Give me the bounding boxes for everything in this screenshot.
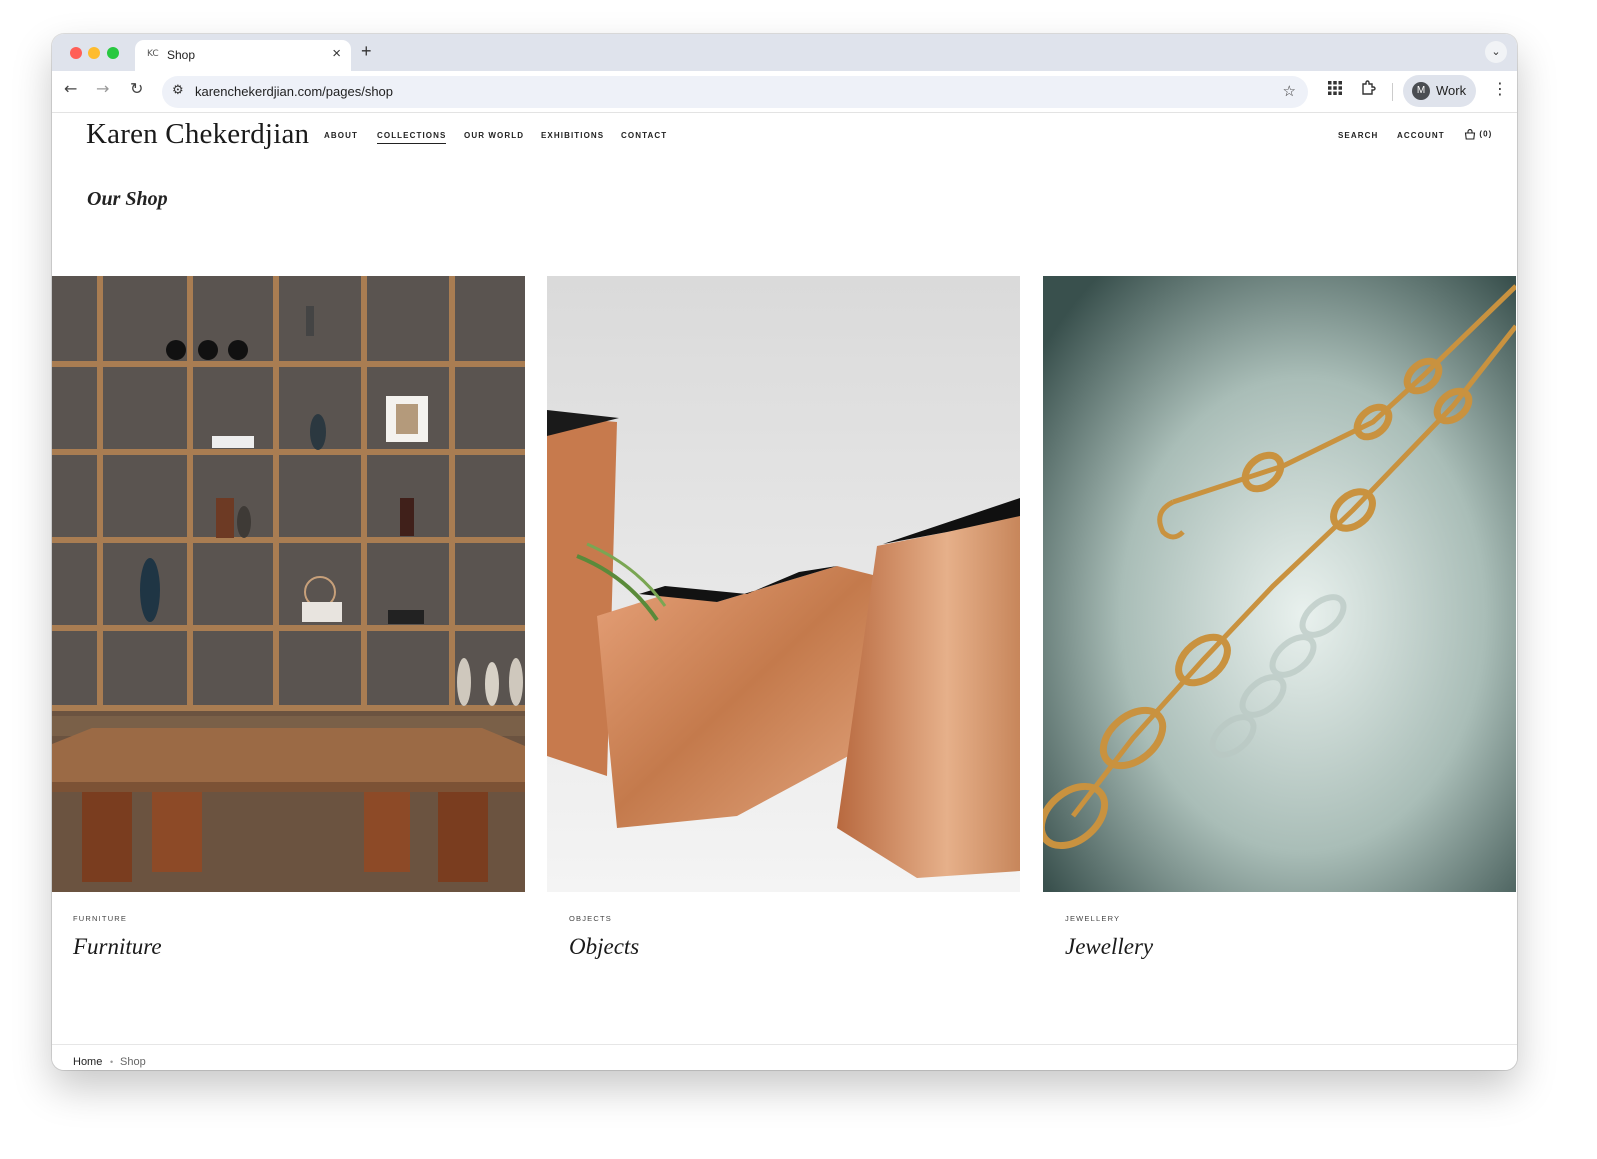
close-window-button[interactable] xyxy=(70,47,82,59)
card-eyebrow-jewellery: JEWELLERY xyxy=(1065,914,1121,923)
site-favicon-icon: KC xyxy=(147,49,159,59)
web-page: Karen Chekerdjian ABOUT COLLECTIONS OUR … xyxy=(52,114,1517,1070)
avatar: M xyxy=(1412,82,1430,100)
extensions-puzzle-icon[interactable] xyxy=(1360,80,1376,100)
minimize-window-button[interactable] xyxy=(88,47,100,59)
address-bar[interactable]: ⚙ karenchekerdjian.com/pages/shop ☆ xyxy=(162,76,1308,108)
bag-icon xyxy=(1464,129,1476,140)
furniture-card-image[interactable] xyxy=(52,276,525,892)
tab-close-icon[interactable]: × xyxy=(332,45,341,62)
card-title-jewellery[interactable]: Jewellery xyxy=(1065,934,1153,960)
card-eyebrow-furniture: FURNITURE xyxy=(73,914,128,923)
nav-exhibitions[interactable]: EXHIBITIONS xyxy=(541,131,604,140)
new-tab-button[interactable]: + xyxy=(361,41,372,62)
breadcrumb-separator: • xyxy=(110,1057,114,1067)
toolbar-divider xyxy=(1392,83,1393,101)
tab-shop[interactable]: KC Shop × xyxy=(135,40,351,71)
url-text[interactable]: karenchekerdjian.com/pages/shop xyxy=(195,84,393,99)
card-title-objects[interactable]: Objects xyxy=(569,934,639,960)
page-title: Our Shop xyxy=(87,188,168,210)
maximize-window-button[interactable] xyxy=(107,47,119,59)
cart-link[interactable]: (0) xyxy=(1464,129,1492,140)
tab-search-chevron-icon[interactable]: ⌄ xyxy=(1485,41,1507,63)
nav-contact[interactable]: CONTACT xyxy=(621,131,667,140)
nav-about[interactable]: ABOUT xyxy=(324,131,358,140)
browser-toolbar: ← → ↻ ⚙ karenchekerdjian.com/pages/shop … xyxy=(52,71,1517,113)
apps-grid-icon[interactable] xyxy=(1327,80,1343,100)
browser-window: KC Shop × + ⌄ ← → ↻ ⚙ karenchekerdjian.c… xyxy=(52,34,1517,1070)
tab-strip: KC Shop × + ⌄ xyxy=(52,34,1517,71)
cart-count: (0) xyxy=(1479,129,1493,139)
objects-card-image[interactable] xyxy=(547,276,1020,892)
browser-menu-kebab-icon[interactable]: ⋮ xyxy=(1492,79,1508,98)
card-title-furniture[interactable]: Furniture xyxy=(73,934,162,960)
nav-our-world[interactable]: OUR WORLD xyxy=(464,131,524,140)
site-logo[interactable]: Karen Chekerdjian xyxy=(86,118,309,151)
bookmark-star-icon[interactable]: ☆ xyxy=(1283,82,1296,100)
back-arrow-icon[interactable]: ← xyxy=(64,79,77,98)
breadcrumb-home[interactable]: Home xyxy=(73,1056,102,1068)
account-link[interactable]: ACCOUNT xyxy=(1397,131,1445,140)
search-link[interactable]: SEARCH xyxy=(1338,131,1378,140)
reload-icon[interactable]: ↻ xyxy=(130,79,143,98)
forward-arrow-icon[interactable]: → xyxy=(96,79,109,98)
card-eyebrow-objects: OBJECTS xyxy=(569,914,612,923)
site-info-icon[interactable]: ⚙ xyxy=(172,83,184,98)
tab-title: Shop xyxy=(167,48,196,62)
nav-collections[interactable]: COLLECTIONS xyxy=(377,131,447,144)
profile-button[interactable]: M Work xyxy=(1403,75,1476,107)
jewellery-card-image[interactable] xyxy=(1043,276,1516,892)
footer-divider xyxy=(52,1044,1517,1045)
breadcrumb-current: Shop xyxy=(120,1056,146,1068)
profile-label: Work xyxy=(1436,83,1467,98)
